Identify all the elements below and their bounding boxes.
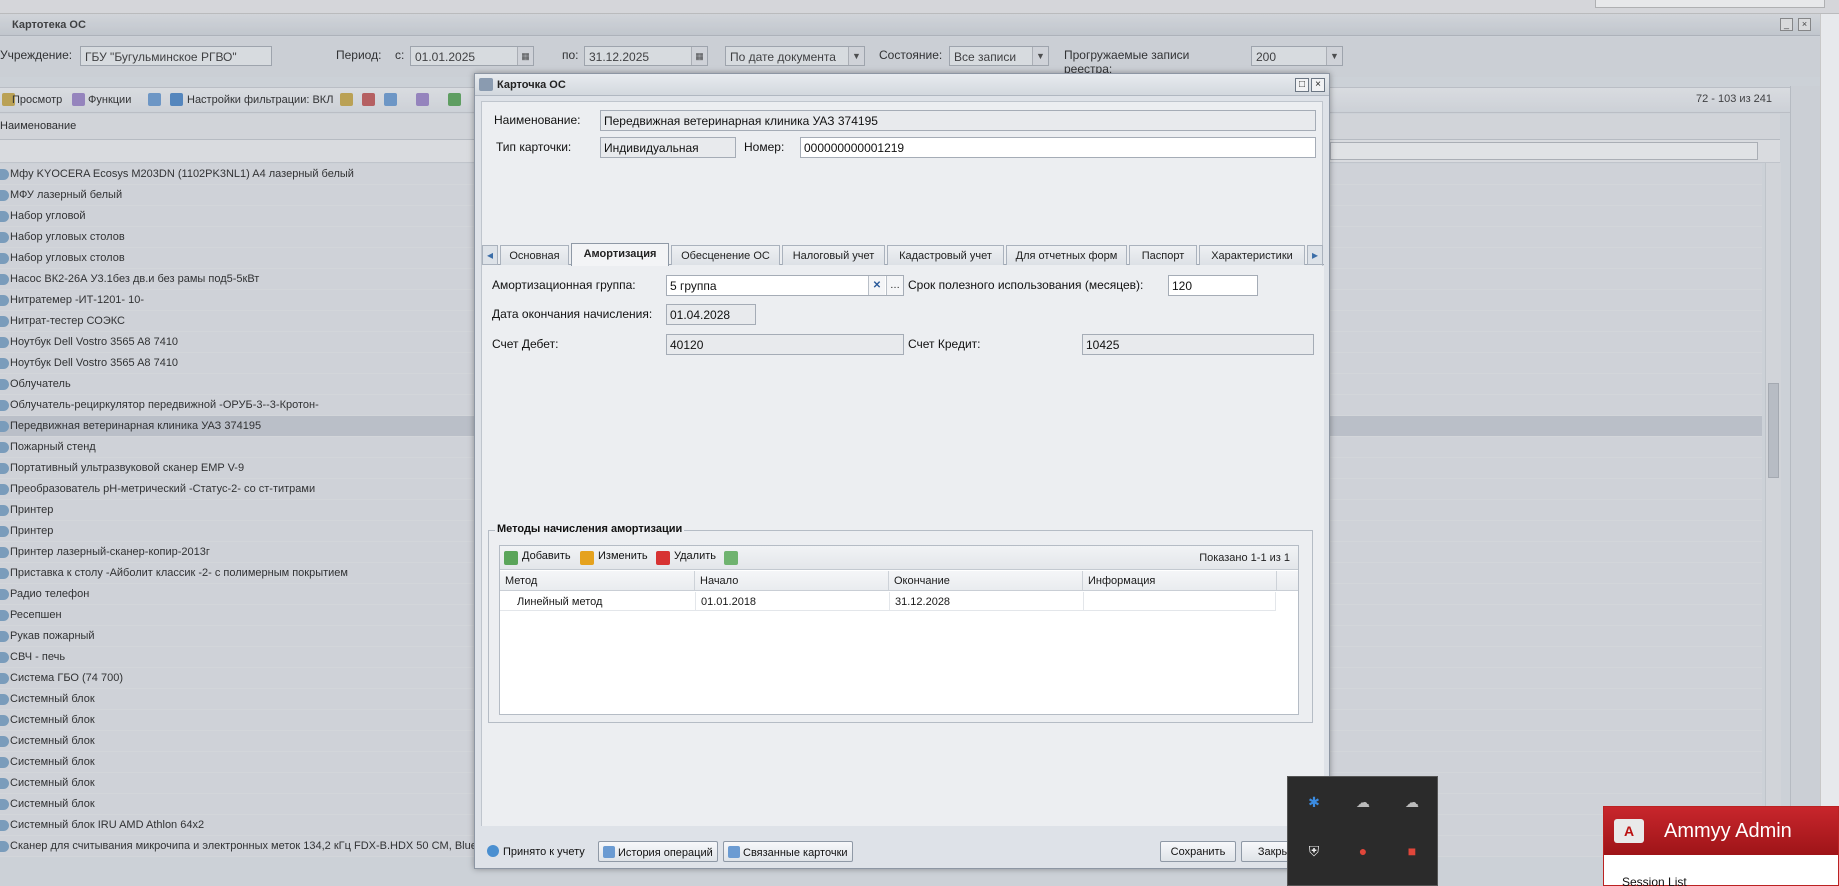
col-end[interactable]: Окончание: [889, 571, 1083, 590]
bluetooth-icon[interactable]: ✱: [1303, 791, 1325, 813]
number-field[interactable]: 000000000001219: [800, 137, 1316, 158]
methods-header: Метод Начало Окончание Информация: [500, 571, 1298, 591]
credit-field[interactable]: 10425: [1082, 334, 1314, 355]
methods-paging: Показано 1-1 из 1: [1199, 552, 1290, 564]
tab-passport[interactable]: Паспорт: [1129, 245, 1197, 265]
ammyy-logo: A: [1614, 819, 1644, 843]
dialog-close-button[interactable]: ×: [1311, 78, 1325, 92]
ellipsis-icon[interactable]: …: [886, 276, 903, 295]
group-combo[interactable]: 5 группа ✕ …: [666, 275, 904, 296]
session-list-label[interactable]: Session List: [1622, 875, 1687, 886]
clear-icon[interactable]: ✕: [868, 276, 885, 295]
depreciation-panel: Амортизационная группа: 5 группа ✕ … Сро…: [482, 266, 1324, 826]
tab-impairment[interactable]: Обесценение ОС: [671, 245, 780, 265]
cloud-offline-icon[interactable]: ☁: [1352, 791, 1374, 813]
save-button[interactable]: Сохранить: [1160, 841, 1236, 862]
accepted-link[interactable]: Принято к учету: [487, 845, 585, 858]
right-edge: [1820, 14, 1839, 886]
tab-strip: ◂ Основная Амортизация Обесценение ОС На…: [482, 243, 1324, 266]
credit-label: Счет Кредит:: [908, 337, 981, 351]
col-info[interactable]: Информация: [1083, 571, 1277, 590]
methods-toolbar: Добавить Изменить Удалить Показано 1-1 и…: [500, 546, 1298, 570]
row-end: 31.12.2028: [889, 592, 1083, 611]
tab-reporting[interactable]: Для отчетных форм: [1006, 245, 1127, 265]
add-icon: [504, 551, 518, 565]
useful-life-label: Срок полезного использования (месяцев):: [908, 278, 1144, 292]
tab-scroll-left-icon[interactable]: ◂: [482, 245, 498, 265]
security-shield-icon[interactable]: ⛨: [1303, 840, 1325, 862]
dialog-titlebar[interactable]: Карточка ОС □ ×: [475, 74, 1329, 96]
tray-overflow-popup: ✱ ☁ ☁ ⛨ ● ■: [1287, 776, 1438, 886]
app-red-icon[interactable]: ■: [1401, 840, 1423, 862]
group-label: Амортизационная группа:: [492, 278, 636, 292]
debit-label: Счет Дебет:: [492, 337, 559, 351]
delete-icon: [656, 551, 670, 565]
refresh-methods-button[interactable]: [724, 550, 738, 566]
list-icon: [603, 846, 615, 858]
end-date-field[interactable]: 01.04.2028: [666, 304, 756, 325]
dialog-body: Наименование: Передвижная ветеринарная к…: [481, 101, 1324, 826]
name-field[interactable]: Передвижная ветеринарная клиника УАЗ 374…: [600, 110, 1316, 131]
row-method: Линейный метод: [517, 596, 603, 608]
col-method[interactable]: Метод: [500, 571, 695, 590]
methods-fieldset: Методы начисления амортизации Добавить И…: [488, 523, 1313, 723]
useful-life-field[interactable]: 120: [1168, 275, 1258, 296]
tab-main[interactable]: Основная: [500, 245, 569, 265]
col-start[interactable]: Начало: [695, 571, 889, 590]
history-button[interactable]: История операций: [598, 841, 718, 862]
refresh-icon: [724, 551, 738, 565]
tab-cadastral[interactable]: Кадастровый учет: [887, 245, 1004, 265]
end-date-label: Дата окончания начисления:: [492, 307, 653, 321]
methods-grid: Добавить Изменить Удалить Показано 1-1 и…: [499, 545, 1299, 715]
row-start: 01.01.2018: [695, 592, 889, 611]
tab-depreciation[interactable]: Амортизация: [571, 243, 669, 266]
edit-method-button[interactable]: Изменить: [580, 550, 648, 566]
info-icon: [487, 845, 499, 857]
debit-field[interactable]: 40120: [666, 334, 904, 355]
add-method-button[interactable]: Добавить: [504, 550, 571, 566]
card-type-label: Тип карточки:: [496, 140, 572, 154]
tab-characteristics[interactable]: Характеристики: [1199, 245, 1305, 265]
asset-card-dialog: Карточка ОС □ × Наименование: Передвижна…: [474, 73, 1330, 869]
methods-title: Методы начисления амортизации: [495, 523, 685, 535]
ammyy-header[interactable]: A Ammyy Admin: [1604, 807, 1838, 855]
maximize-button[interactable]: □: [1295, 78, 1309, 92]
linked-cards-button[interactable]: Связанные карточки: [723, 841, 853, 862]
ammyy-admin-window: A Ammyy Admin Session List: [1603, 806, 1839, 886]
delete-method-button[interactable]: Удалить: [656, 550, 716, 566]
card-type-field[interactable]: Индивидуальная: [600, 137, 736, 158]
dialog-footer: Принято к учету История операций Связанн…: [475, 831, 1329, 868]
ammyy-title: Ammyy Admin: [1664, 820, 1792, 842]
row-info: [1083, 592, 1276, 611]
asset-card-icon: [479, 78, 493, 91]
tab-tax-accounting[interactable]: Налоговый учет: [782, 245, 885, 265]
edit-icon: [580, 551, 594, 565]
tab-scroll-right-icon[interactable]: ▸: [1307, 245, 1323, 265]
browser-icon[interactable]: ●: [1352, 840, 1374, 862]
number-label: Номер:: [744, 140, 785, 154]
name-label: Наименование:: [494, 113, 581, 127]
cloud-offline-icon[interactable]: ☁: [1401, 791, 1423, 813]
dialog-title: Карточка ОС: [497, 79, 566, 91]
table-row[interactable]: Линейный метод 01.01.2018 31.12.2028: [500, 592, 1276, 611]
list-icon: [728, 846, 740, 858]
